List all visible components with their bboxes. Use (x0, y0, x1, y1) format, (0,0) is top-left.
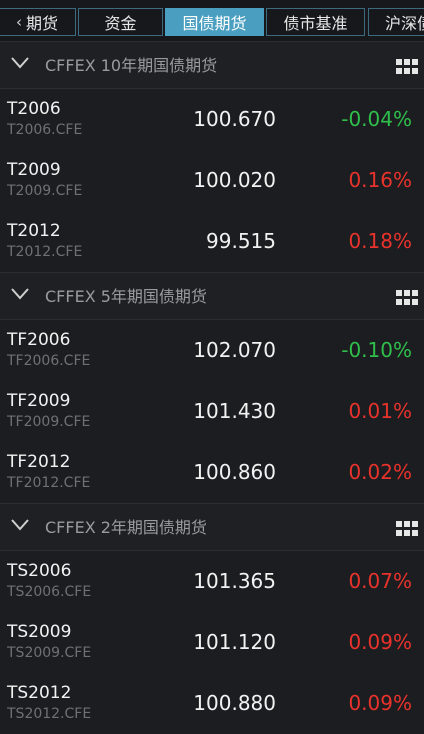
last-price: 100.670 (193, 107, 276, 131)
tab-label: 期货 (25, 14, 58, 33)
contract-name: TF2006 (7, 330, 71, 350)
chevron-left-icon[interactable]: ‹ (16, 13, 22, 31)
contract-name: T2009 (7, 160, 61, 180)
contract-code: T2006.CFE (7, 122, 83, 138)
section-header-2y[interactable]: CFFEX 2年期国债期货 (0, 503, 424, 551)
quote-row-T2009[interactable]: T2009 T2009.CFE 100.020 0.16% (0, 150, 424, 211)
quote-row-TF2009[interactable]: TF2009 TF2009.CFE 101.430 0.01% (0, 381, 424, 442)
change-percent: 0.02% (348, 460, 412, 484)
quote-row-TF2006[interactable]: TF2006 TF2006.CFE 102.070 -0.10% (0, 320, 424, 381)
last-price: 101.430 (193, 399, 276, 423)
tab-futures[interactable]: ‹ 期货 (0, 8, 76, 36)
change-percent: 0.09% (348, 691, 412, 715)
contract-code: TS2006.CFE (7, 584, 92, 600)
contract-code: TS2012.CFE (7, 706, 92, 722)
change-percent: 0.01% (348, 399, 412, 423)
tab-label: 国债期货 (182, 14, 247, 33)
contract-code: TS2009.CFE (7, 645, 92, 661)
contract-name: TF2009 (7, 391, 71, 411)
section-title: CFFEX 10年期国债期货 (45, 56, 218, 75)
change-percent: 0.16% (348, 168, 412, 192)
last-price: 100.020 (193, 168, 276, 192)
grid-icon[interactable] (396, 290, 418, 305)
tab-funds[interactable]: 资金 (78, 8, 163, 36)
quote-row-TS2006[interactable]: TS2006 TS2006.CFE 101.365 0.07% (0, 551, 424, 612)
tab-bond-benchmark[interactable]: 债市基准 (266, 8, 365, 36)
contract-code: T2012.CFE (7, 244, 83, 260)
tab-label: 债市基准 (283, 14, 348, 33)
section-title: CFFEX 5年期国债期货 (45, 287, 207, 306)
change-percent: -0.04% (341, 107, 412, 131)
contract-name: T2006 (7, 99, 61, 119)
contract-code: TF2006.CFE (7, 353, 91, 369)
tab-label: 资金 (104, 14, 137, 33)
contract-name: TS2009 (7, 622, 72, 642)
section-title: CFFEX 2年期国债期货 (45, 518, 207, 537)
change-percent: 0.18% (348, 229, 412, 253)
contract-code: TF2012.CFE (7, 475, 91, 491)
grid-icon[interactable] (396, 59, 418, 74)
contract-code: TF2009.CFE (7, 414, 91, 430)
contract-code: T2009.CFE (7, 183, 83, 199)
change-percent: 0.09% (348, 630, 412, 654)
last-price: 102.070 (193, 338, 276, 362)
contract-name: TF2012 (7, 452, 71, 472)
chevron-down-icon[interactable] (11, 57, 29, 69)
tab-label: 沪深债 (385, 14, 424, 33)
chevron-down-icon[interactable] (11, 519, 29, 531)
change-percent: 0.07% (348, 569, 412, 593)
contract-name: TS2012 (7, 683, 72, 703)
last-price: 101.365 (193, 569, 276, 593)
contract-name: T2012 (7, 221, 61, 241)
last-price: 100.860 (193, 460, 276, 484)
section-header-5y[interactable]: CFFEX 5年期国债期货 (0, 272, 424, 320)
last-price: 100.880 (193, 691, 276, 715)
chevron-down-icon[interactable] (11, 288, 29, 300)
last-price: 99.515 (206, 229, 276, 253)
section-header-10y[interactable]: CFFEX 10年期国债期货 (0, 41, 424, 89)
tab-bond-futures[interactable]: 国债期货 (165, 8, 264, 36)
tab-sh-sz-bonds[interactable]: 沪深债 (368, 8, 424, 36)
quote-row-T2012[interactable]: T2012 T2012.CFE 99.515 0.18% (0, 211, 424, 272)
last-price: 101.120 (193, 630, 276, 654)
quote-row-TF2012[interactable]: TF2012 TF2012.CFE 100.860 0.02% (0, 442, 424, 503)
grid-icon[interactable] (396, 521, 418, 536)
change-percent: -0.10% (341, 338, 412, 362)
quote-row-T2006[interactable]: T2006 T2006.CFE 100.670 -0.04% (0, 89, 424, 150)
quote-row-TS2009[interactable]: TS2009 TS2009.CFE 101.120 0.09% (0, 612, 424, 673)
quote-row-TS2012[interactable]: TS2012 TS2012.CFE 100.880 0.09% (0, 673, 424, 734)
contract-name: TS2006 (7, 561, 72, 581)
tab-bar: ‹ 期货 资金 国债期货 债市基准 沪深债 (0, 0, 424, 43)
